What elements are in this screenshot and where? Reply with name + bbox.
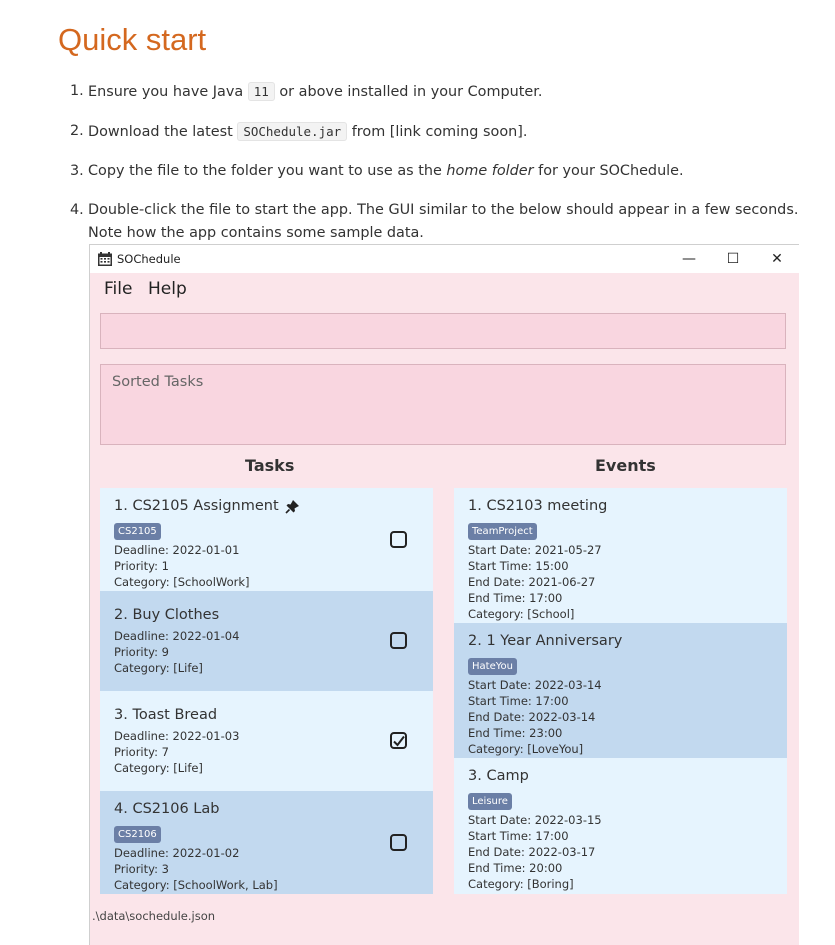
event-start-date: Start Date: 2022-03-15 <box>468 813 602 827</box>
step-text: or above installed in your Computer. <box>274 84 543 100</box>
step-text: from [link coming soon]. <box>347 124 528 140</box>
step-text: Double-click the file to start the app. … <box>88 202 799 218</box>
task-category: Category: [Life] <box>114 761 203 775</box>
task-card[interactable]: 2. Buy Clothes Deadline: 2022-01-04 Prio… <box>100 591 433 691</box>
task-deadline: Deadline: 2022-01-03 <box>114 729 240 743</box>
step-text: Note how the app contains some sample da… <box>88 225 424 241</box>
event-start-time: Start Time: 17:00 <box>468 694 569 708</box>
event-start-date: Start Date: 2022-03-14 <box>468 678 602 692</box>
task-done-checkbox[interactable] <box>390 531 407 548</box>
event-end-time: End Time: 23:00 <box>468 726 563 740</box>
event-card[interactable]: 1. CS2103 meeting TeamProject Start Date… <box>454 488 787 623</box>
event-start-date: Start Date: 2021-05-27 <box>468 543 602 557</box>
app-window: SOChedule — ☐ ✕ File Help Sorted Tasks T… <box>89 244 799 945</box>
task-name: 3. Toast Bread <box>114 707 218 723</box>
step-1: 1. Ensure you have Java 11 or above inst… <box>70 80 810 104</box>
task-category: Category: [SchoolWork, Lab] <box>114 878 278 892</box>
tag-badge: TeamProject <box>468 523 537 540</box>
task-priority: Priority: 1 <box>114 559 169 573</box>
menu-help[interactable]: Help <box>148 279 187 299</box>
task-deadline: Deadline: 2022-01-04 <box>114 629 240 643</box>
event-end-date: End Date: 2021-06-27 <box>468 575 596 589</box>
task-done-checkbox[interactable] <box>390 834 407 851</box>
step-text: for your SOChedule. <box>533 163 684 179</box>
event-start-time: Start Time: 17:00 <box>468 829 569 843</box>
inline-code: 11 <box>247 82 275 101</box>
task-name: 4. CS2106 Lab <box>114 801 220 817</box>
tag-badge: Leisure <box>468 793 512 810</box>
event-name: 1. CS2103 meeting <box>468 498 608 514</box>
emphasis-text: home folder <box>446 163 534 179</box>
sorted-tasks-label: Sorted Tasks <box>112 374 204 390</box>
task-card[interactable]: 3. Toast Bread Deadline: 2022-01-03 Prio… <box>100 691 433 791</box>
task-card[interactable]: 1. CS2105 Assignment CS2105 Deadline: 20… <box>100 488 433 591</box>
event-category: Category: [LoveYou] <box>468 742 584 756</box>
task-priority: Priority: 3 <box>114 862 169 876</box>
step-number: 2. <box>70 123 84 139</box>
task-category: Category: [Life] <box>114 661 203 675</box>
task-deadline: Deadline: 2022-01-02 <box>114 846 240 860</box>
title-bar: SOChedule — ☐ ✕ <box>90 245 799 273</box>
event-end-date: End Date: 2022-03-17 <box>468 845 596 859</box>
event-category: Category: [School] <box>468 607 575 621</box>
step-2: 2. Download the latest SOChedule.jar fro… <box>70 120 810 144</box>
event-card[interactable]: 2. 1 Year Anniversary HateYou Start Date… <box>454 623 787 758</box>
calendar-icon <box>98 252 112 266</box>
task-deadline: Deadline: 2022-01-01 <box>114 543 240 557</box>
tag-badge: CS2105 <box>114 523 161 540</box>
step-number: 1. <box>70 83 84 99</box>
task-card[interactable]: 4. CS2106 Lab CS2106 Deadline: 2022-01-0… <box>100 791 433 894</box>
section-title: Quick start <box>58 22 207 57</box>
task-priority: Priority: 7 <box>114 745 169 759</box>
task-done-checkbox[interactable] <box>390 732 407 749</box>
menu-file[interactable]: File <box>104 279 132 299</box>
minimize-button[interactable]: — <box>678 248 700 270</box>
task-name: 1. CS2105 Assignment <box>114 498 279 514</box>
step-text: Download the latest <box>88 124 238 140</box>
event-card[interactable]: 3. Camp Leisure Start Date: 2022-03-15 S… <box>454 758 787 894</box>
step-4: 4. Double-click the file to start the ap… <box>70 199 810 245</box>
event-name: 3. Camp <box>468 768 529 784</box>
event-category: Category: [Boring] <box>468 877 574 891</box>
step-number: 3. <box>70 163 84 179</box>
step-number: 4. <box>70 202 84 218</box>
maximize-button[interactable]: ☐ <box>722 248 744 270</box>
checkmark-icon <box>393 735 405 747</box>
tag-badge: HateYou <box>468 658 517 675</box>
step-3: 3. Copy the file to the folder you want … <box>70 160 810 183</box>
sorted-tasks-box: Sorted Tasks <box>100 364 786 445</box>
status-bar-path: .\data\sochedule.json <box>92 909 216 923</box>
event-end-time: End Time: 20:00 <box>468 861 563 875</box>
step-text: Copy the file to the folder you want to … <box>88 163 447 179</box>
pin-icon <box>285 499 300 514</box>
event-end-date: End Date: 2022-03-14 <box>468 710 596 724</box>
inline-code: SOChedule.jar <box>237 122 348 141</box>
tag-badge: CS2106 <box>114 826 161 843</box>
step-text: Ensure you have Java <box>88 84 248 100</box>
task-name: 2. Buy Clothes <box>114 607 220 623</box>
tasks-heading: Tasks <box>245 456 295 475</box>
event-name: 2. 1 Year Anniversary <box>468 633 623 649</box>
event-start-time: Start Time: 15:00 <box>468 559 569 573</box>
task-done-checkbox[interactable] <box>390 632 407 649</box>
event-end-time: End Time: 17:00 <box>468 591 563 605</box>
command-input[interactable] <box>100 313 786 349</box>
close-button[interactable]: ✕ <box>766 248 788 270</box>
task-priority: Priority: 9 <box>114 645 169 659</box>
events-heading: Events <box>595 456 656 475</box>
task-category: Category: [SchoolWork] <box>114 575 250 589</box>
quick-start-steps: 1. Ensure you have Java 11 or above inst… <box>70 80 810 261</box>
window-title: SOChedule <box>117 252 181 266</box>
